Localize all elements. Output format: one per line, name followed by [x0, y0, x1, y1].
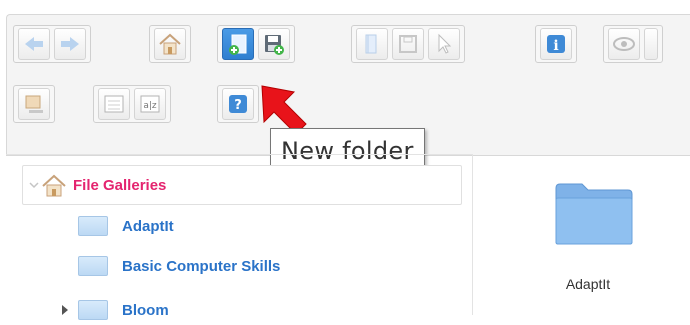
select-button[interactable]	[428, 28, 460, 60]
help-group: ?	[217, 85, 259, 123]
eye-icon	[613, 37, 635, 51]
back-button[interactable]	[18, 28, 50, 60]
tree-item-label: Bloom	[122, 301, 169, 319]
svg-text:?: ?	[234, 98, 242, 113]
info-icon: i	[547, 35, 565, 54]
tree-item-label: AdaptIt	[122, 217, 174, 235]
edit-group	[351, 25, 465, 63]
home-group	[149, 25, 191, 63]
home-icon	[159, 33, 181, 55]
rename-group	[13, 85, 55, 123]
new-folder-icon	[229, 34, 247, 55]
tree-root-file-galleries[interactable]: File Galleries	[22, 165, 462, 205]
save-button[interactable]	[258, 28, 290, 60]
right-arrow-icon	[61, 37, 79, 51]
folder-icon	[78, 216, 108, 236]
list-icon	[104, 95, 124, 113]
tree-item-bloom[interactable]: Bloom	[78, 295, 169, 325]
large-folder-icon[interactable]	[554, 180, 634, 246]
save-disabled-button[interactable]	[392, 28, 424, 60]
view-group	[603, 25, 663, 63]
home-button[interactable]	[154, 28, 186, 60]
folder-icon	[78, 256, 108, 276]
new-folder-button[interactable]	[222, 28, 254, 60]
sort-button[interactable]: a|z	[134, 88, 166, 120]
tree-item-adaptit[interactable]: AdaptIt	[78, 211, 174, 241]
cursor-icon	[438, 33, 452, 54]
list-view-button[interactable]	[98, 88, 130, 120]
preview-button[interactable]	[608, 28, 640, 60]
folder-tile-label[interactable]: AdaptIt	[540, 276, 636, 292]
folder-tree: File Galleries AdaptIt Basic Computer Sk…	[6, 154, 473, 320]
navigation-group	[13, 25, 91, 63]
file-group	[217, 25, 295, 63]
info-button[interactable]: i	[540, 28, 572, 60]
tree-item-label: Basic Computer Skills	[122, 257, 281, 275]
forward-button[interactable]	[54, 28, 86, 60]
rename-icon	[25, 95, 43, 113]
tree-root-label: File Galleries	[73, 176, 167, 194]
left-arrow-icon	[25, 37, 43, 51]
help-icon: ?	[229, 95, 247, 113]
floppy-icon	[399, 35, 417, 53]
svg-text:a|z: a|z	[143, 101, 157, 111]
az-icon: a|z	[140, 95, 160, 113]
book-button[interactable]	[356, 28, 388, 60]
book-icon	[365, 34, 377, 54]
sort-group: a|z	[93, 85, 171, 123]
info-group: i	[535, 25, 577, 63]
save-icon	[265, 35, 284, 55]
tree-item-basic-computer-skills[interactable]: Basic Computer Skills	[78, 251, 280, 281]
folder-icon	[78, 300, 108, 320]
svg-text:i: i	[553, 38, 558, 54]
help-button[interactable]: ?	[222, 88, 254, 120]
toolbar-overflow[interactable]	[644, 28, 658, 60]
home-icon	[42, 174, 66, 197]
rename-button[interactable]	[18, 88, 50, 120]
collapse-chevron-icon[interactable]	[27, 178, 41, 192]
